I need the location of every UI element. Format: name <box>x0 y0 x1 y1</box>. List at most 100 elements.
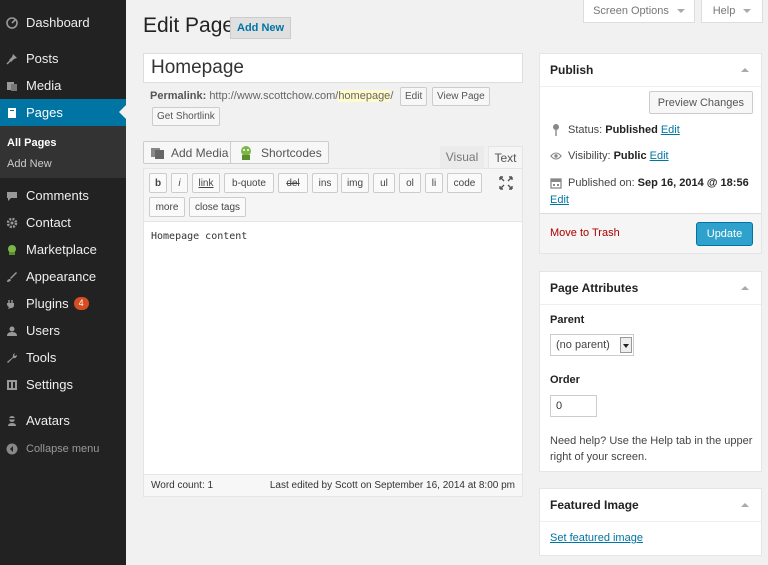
menu-comments[interactable]: Comments <box>0 182 126 209</box>
media-icon <box>7 81 17 91</box>
last-edited: Last edited by Scott on September 16, 20… <box>269 480 515 491</box>
page-title-input[interactable] <box>143 53 523 83</box>
parent-select[interactable]: (no parent) <box>550 334 634 356</box>
tab-visual[interactable]: Visual <box>440 146 484 168</box>
move-to-trash-link[interactable]: Move to Trash <box>550 227 620 239</box>
menu-plugins-label: Plugins <box>26 296 69 311</box>
featured-image-header[interactable]: Featured Image <box>540 489 761 522</box>
get-shortlink-button[interactable]: Get Shortlink <box>152 107 220 126</box>
qt-more-button[interactable]: more <box>149 197 185 217</box>
collapse-menu-button[interactable]: Collapse menu <box>0 435 126 462</box>
qt-bquote-button[interactable]: b-quote <box>224 173 274 193</box>
qt-link-button[interactable]: link <box>192 173 220 193</box>
status-row: Status: Published Edit <box>550 123 680 137</box>
view-page-button[interactable]: View Page <box>432 87 490 106</box>
set-featured-image-link[interactable]: Set featured image <box>550 532 643 544</box>
qt-ul-button[interactable]: ul <box>373 173 395 193</box>
fullscreen-icon[interactable] <box>499 176 513 190</box>
chevron-up-icon[interactable] <box>741 286 749 290</box>
menu-marketplace[interactable]: Marketplace <box>0 236 126 263</box>
chevron-up-icon[interactable] <box>741 68 749 72</box>
user-icon <box>7 326 17 336</box>
qt-italic-button[interactable]: i <box>171 173 188 193</box>
edit-visibility-link[interactable]: Edit <box>650 150 669 162</box>
chevron-up-icon[interactable] <box>741 503 749 507</box>
publish-box-header[interactable]: Publish <box>540 54 761 87</box>
menu-marketplace-label: Marketplace <box>26 242 97 257</box>
featured-image-title: Featured Image <box>550 498 639 512</box>
add-new-button[interactable]: Add New <box>230 17 292 39</box>
admin-sidebar: Dashboard Posts Media Pages All Pages Ad… <box>0 0 126 565</box>
visibility-value: Public <box>613 150 647 162</box>
content-textarea[interactable]: Homepage content <box>151 231 247 242</box>
page-attributes-box: Page Attributes Parent (no parent) Order… <box>539 271 762 472</box>
add-media-icon <box>151 147 164 159</box>
menu-users[interactable]: Users <box>0 317 126 344</box>
comment-icon <box>7 191 17 201</box>
preview-changes-button[interactable]: Preview Changes <box>648 91 753 114</box>
qt-close-tags-button[interactable]: close tags <box>189 197 246 217</box>
publish-title: Publish <box>550 63 594 77</box>
plugins-update-badge: 4 <box>73 297 89 310</box>
menu-appearance-label: Appearance <box>26 269 97 284</box>
gear-icon <box>6 217 18 228</box>
parent-label: Parent <box>550 314 585 326</box>
menu-users-label: Users <box>26 323 60 338</box>
tab-text[interactable]: Text <box>488 146 523 168</box>
publish-box: Publish Preview Changes Status: Publishe… <box>539 53 762 254</box>
permalink-base: http://www.scottchow.com/ <box>209 90 339 102</box>
order-input[interactable] <box>550 395 597 417</box>
word-count: Word count: 1 <box>151 480 214 491</box>
page-attributes-header[interactable]: Page Attributes <box>540 272 761 305</box>
qt-code-button[interactable]: code <box>447 173 482 193</box>
help-button[interactable]: Help <box>701 0 763 23</box>
update-button[interactable]: Update <box>696 222 753 246</box>
collapse-icon <box>6 443 18 454</box>
visibility-label: Visibility: <box>568 150 611 162</box>
edit-status-link[interactable]: Edit <box>661 124 680 136</box>
quicktags-toolbar: b i link b-quote del ins img ul ol li co… <box>144 169 522 222</box>
menu-tools[interactable]: Tools <box>0 344 126 371</box>
permalink-edit-button[interactable]: Edit <box>400 87 428 106</box>
submenu-add-new[interactable]: Add New <box>7 158 52 170</box>
screen-options-button[interactable]: Screen Options <box>583 0 695 23</box>
menu-contact[interactable]: Contact <box>0 209 126 236</box>
edit-date-link[interactable]: Edit <box>550 194 569 206</box>
help-label: Help <box>712 5 736 17</box>
menu-settings-label: Settings <box>26 377 73 392</box>
settings-icon <box>7 379 17 390</box>
add-media-label: Add Media <box>171 145 229 160</box>
eye-icon <box>550 152 562 160</box>
screen-options-label: Screen Options <box>593 5 669 17</box>
menu-appearance[interactable]: Appearance <box>0 263 126 290</box>
published-on-row: Published on: Sep 16, 2014 @ 18:56 <box>550 177 749 189</box>
pin-icon <box>553 124 559 136</box>
menu-pages-label: Pages <box>26 105 63 120</box>
status-label: Status: <box>568 124 603 136</box>
qt-ins-button[interactable]: ins <box>312 173 338 193</box>
menu-avatars[interactable]: Avatars <box>0 407 126 434</box>
menu-dashboard-label: Dashboard <box>26 15 90 30</box>
page-attributes-title: Page Attributes <box>550 281 639 295</box>
shortcodes-button[interactable]: Shortcodes <box>230 141 329 164</box>
visibility-row: Visibility: Public Edit <box>550 150 669 162</box>
menu-comments-label: Comments <box>26 188 89 203</box>
pages-submenu: All Pages Add New <box>0 126 126 178</box>
attributes-help-text: Need help? Use the Help tab in the upper… <box>550 435 753 463</box>
menu-pages[interactable]: Pages <box>0 99 126 126</box>
qt-del-button[interactable]: del <box>278 173 308 193</box>
marketplace-icon <box>8 244 16 255</box>
menu-dashboard[interactable]: Dashboard <box>0 9 126 36</box>
qt-ol-button[interactable]: ol <box>399 173 421 193</box>
menu-media[interactable]: Media <box>0 72 126 99</box>
pin-icon <box>6 53 17 64</box>
menu-plugins[interactable]: Plugins 4 <box>0 290 126 317</box>
menu-settings[interactable]: Settings <box>0 371 126 398</box>
qt-bold-button[interactable]: b <box>149 173 167 193</box>
menu-posts[interactable]: Posts <box>0 45 126 72</box>
add-media-button[interactable]: Add Media <box>143 141 236 164</box>
qt-img-button[interactable]: img <box>341 173 369 193</box>
qt-li-button[interactable]: li <box>425 173 443 193</box>
submenu-all-pages[interactable]: All Pages <box>7 137 57 149</box>
permalink: Permalink: http://www.scottchow.com/home… <box>150 90 393 102</box>
